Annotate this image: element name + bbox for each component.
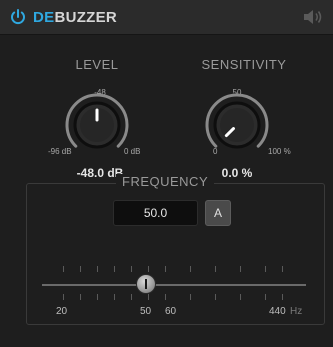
plugin-header: DEBUZZER [0, 0, 333, 35]
speaker-icon[interactable] [303, 9, 323, 25]
frequency-label: FREQUENCY [116, 174, 215, 189]
slider-tick [240, 294, 241, 300]
scale-label-60: 60 [165, 306, 177, 317]
scale-label-440: 440 [269, 306, 286, 317]
level-label: LEVEL [75, 57, 119, 72]
level-max-label: 0 dB [124, 147, 141, 156]
scale-unit: Hz [290, 306, 303, 317]
debuzzer-panel: DEBUZZER LEVEL -48 -96 dB 0 dB -48.0 dB … [0, 0, 333, 347]
scale-label-50: 50 [140, 306, 152, 317]
slider-tick [63, 294, 64, 300]
slider-tick [63, 266, 64, 272]
slider-tick [165, 294, 166, 300]
frequency-slider-track[interactable] [42, 284, 306, 286]
slider-tick [148, 266, 149, 272]
power-icon[interactable] [9, 8, 27, 26]
slider-tick [282, 294, 283, 300]
title-rest: BUZZER [54, 9, 118, 26]
slider-tick [282, 266, 283, 272]
slider-tick [148, 294, 149, 300]
slider-tick [80, 294, 81, 300]
auto-button[interactable]: A [205, 200, 231, 226]
slider-tick [131, 266, 132, 272]
slider-tick [131, 294, 132, 300]
slider-tick [215, 266, 216, 272]
slider-tick [114, 294, 115, 300]
slider-tick [265, 266, 266, 272]
slider-tick [114, 266, 115, 272]
level-min-label: -96 dB [48, 147, 72, 156]
sensitivity-label: SENSITIVITY [201, 57, 287, 72]
scale-label-20: 20 [56, 306, 68, 317]
slider-tick [265, 294, 266, 300]
slider-tick [165, 266, 166, 272]
slider-tick [240, 266, 241, 272]
sensitivity-max-label: 100 % [268, 147, 291, 156]
level-knob[interactable] [62, 90, 132, 160]
slider-tick [97, 294, 98, 300]
slider-tick [190, 266, 191, 272]
slider-tick [80, 266, 81, 272]
slider-tick [190, 294, 191, 300]
sensitivity-min-label: 0 [213, 147, 218, 156]
frequency-slider-handle[interactable] [136, 274, 156, 294]
slider-tick [215, 294, 216, 300]
title-highlight: DE [33, 9, 55, 26]
slider-tick [97, 266, 98, 272]
frequency-value-field[interactable]: 50.0 [113, 200, 198, 226]
plugin-title: DEBUZZER [33, 9, 117, 26]
